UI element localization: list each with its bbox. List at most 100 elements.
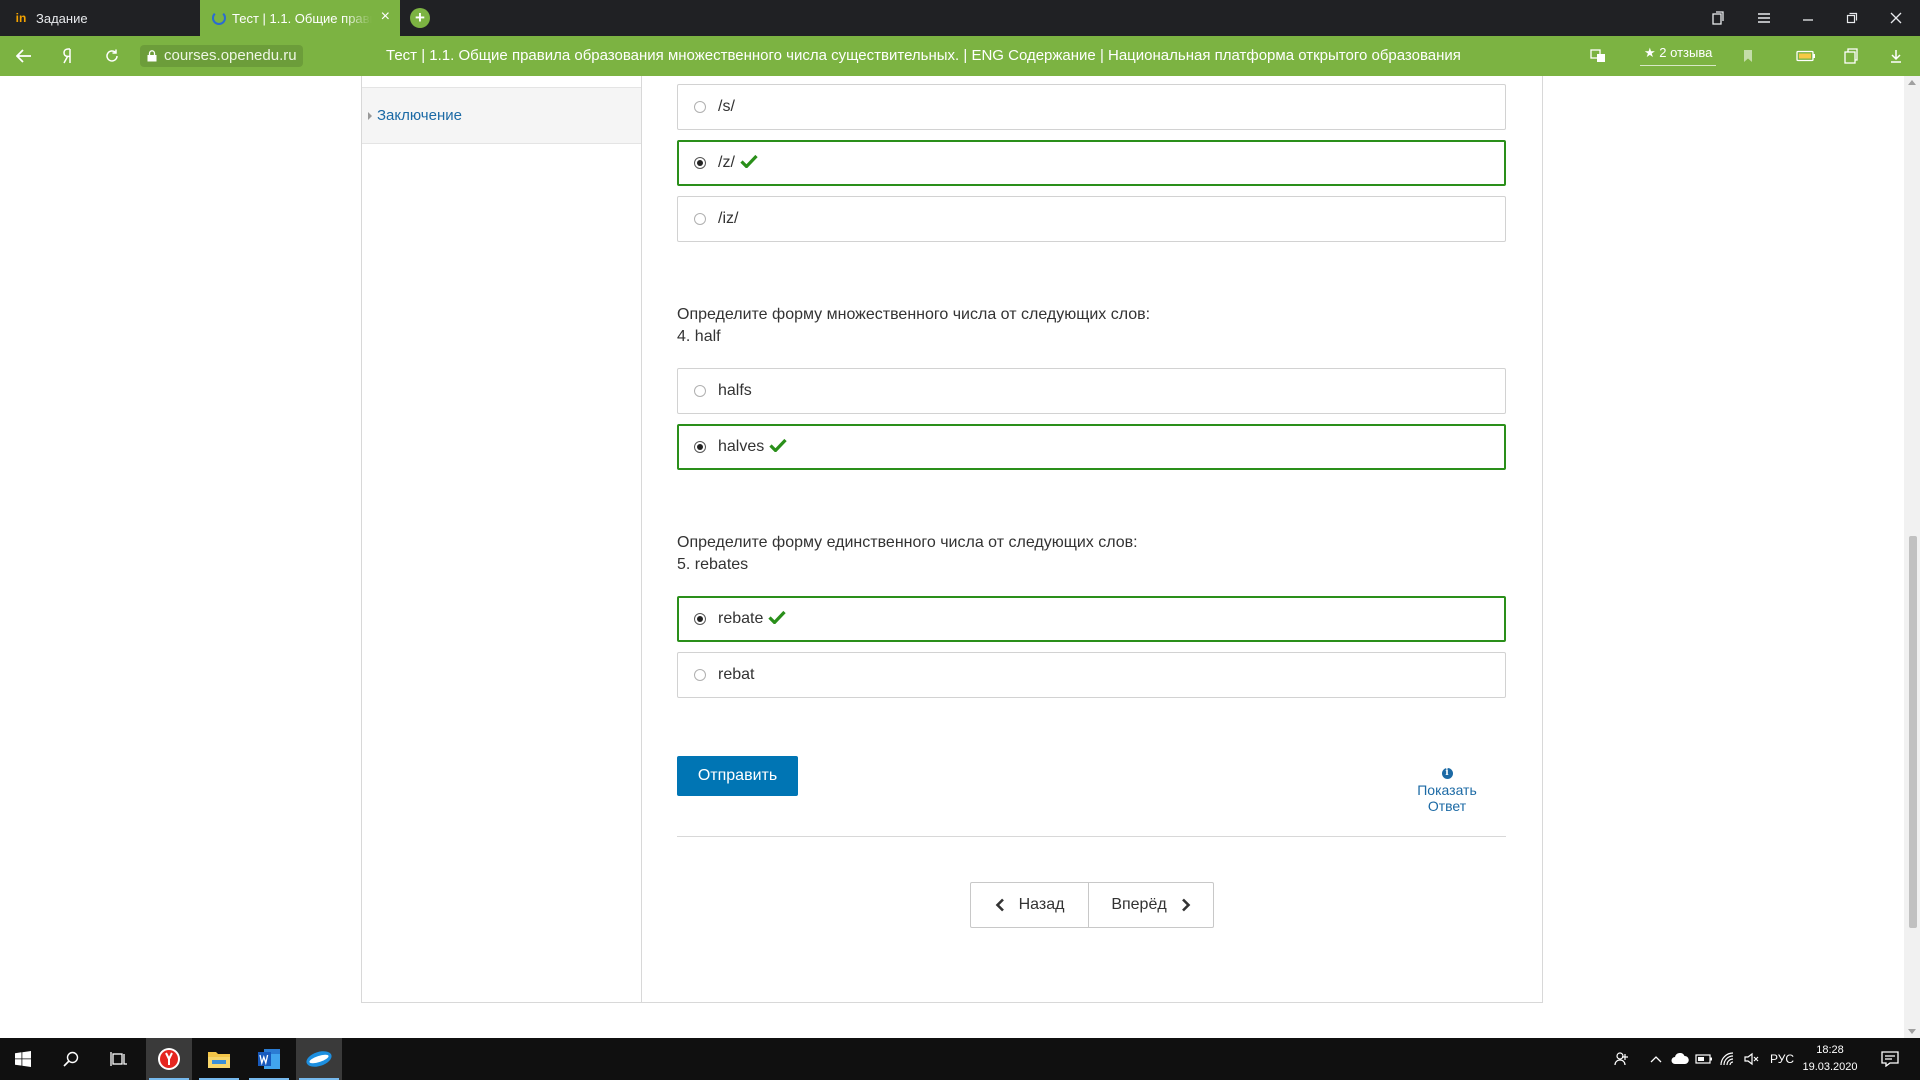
sidebar-item-conclusion[interactable]: Заключение <box>362 87 641 144</box>
question-word: 4. half <box>677 328 721 345</box>
clock-date: 19.03.2020 <box>1802 1061 1858 1073</box>
question-4: Определите форму множественного числа от… <box>677 304 1506 348</box>
option-label: /z/ <box>718 154 735 171</box>
course-sidebar: Заключение <box>362 76 642 1002</box>
option-label: halfs <box>718 382 752 399</box>
answer-option-rebat[interactable]: rebat <box>677 652 1506 698</box>
radio-button[interactable] <box>694 669 706 681</box>
url-text: courses.openedu.ru <box>164 47 297 64</box>
show-answer-label-line1: Показать <box>1417 782 1477 798</box>
option-label: /s/ <box>718 98 735 115</box>
clock-time: 18:28 <box>1816 1044 1844 1056</box>
answer-option-s[interactable]: /s/ <box>677 84 1506 130</box>
lock-icon <box>147 50 157 62</box>
checkmark-icon <box>768 610 787 624</box>
radio-button[interactable] <box>694 385 706 397</box>
windows-start-icon[interactable] <box>0 1038 46 1080</box>
scroll-thumb[interactable] <box>1909 536 1917 928</box>
wifi-icon[interactable] <box>1716 1038 1740 1080</box>
prev-button[interactable]: Назад <box>971 883 1089 927</box>
notifications-icon[interactable] <box>1870 1038 1910 1080</box>
sequence-pager: Назад Вперёд <box>970 882 1214 928</box>
onedrive-cloud-icon[interactable] <box>1668 1038 1692 1080</box>
answer-option-rebate-correct[interactable]: rebate <box>677 596 1506 642</box>
close-window-icon[interactable] <box>1874 0 1918 36</box>
radio-button-selected[interactable] <box>694 613 706 625</box>
reload-icon[interactable] <box>92 36 132 76</box>
radio-button-selected[interactable] <box>694 441 706 453</box>
page-viewport: Заключение /s/ /z/ /iz/ Определите форму… <box>0 76 1920 1038</box>
openedu-favicon-icon <box>212 11 226 25</box>
people-icon[interactable] <box>1608 1038 1636 1080</box>
yandex-browser-taskbar-icon[interactable] <box>146 1038 192 1080</box>
next-label: Вперёд <box>1111 896 1167 913</box>
checkmark-icon <box>740 154 758 168</box>
page-title: Тест | 1.1. Общие правила образования мн… <box>386 47 1461 64</box>
option-label: rebate <box>718 610 764 627</box>
search-icon[interactable] <box>48 1038 94 1080</box>
chevron-right-icon <box>1181 898 1191 912</box>
address-bar: courses.openedu.ru Тест | 1.1. Общие пра… <box>0 36 1920 76</box>
system-clock[interactable]: 18:28 19.03.2020 <box>1800 1042 1860 1076</box>
battery-icon[interactable] <box>1692 1038 1716 1080</box>
radio-button[interactable] <box>694 213 706 225</box>
minimize-icon[interactable] <box>1786 0 1830 36</box>
app-taskbar-icon[interactable] <box>296 1038 342 1080</box>
radio-button-selected[interactable] <box>694 157 706 169</box>
stepik-favicon-icon: in <box>15 11 27 25</box>
reviews-button[interactable]: ★ 2 отзыва <box>1640 44 1717 66</box>
chevron-left-icon <box>995 898 1004 912</box>
radio-button[interactable] <box>694 101 706 113</box>
scroll-up-arrow-icon[interactable] <box>1908 80 1916 85</box>
question-5: Определите форму единственного числа от … <box>677 532 1506 576</box>
close-tab-icon[interactable]: × <box>381 9 390 25</box>
show-answer-label-line2: Ответ <box>1427 798 1467 814</box>
collections-icon[interactable] <box>1834 36 1870 76</box>
word-taskbar-icon[interactable] <box>246 1038 292 1080</box>
option-label: halves <box>718 438 765 455</box>
question-prompt: Определите форму множественного числа от… <box>677 306 1151 323</box>
browser-tab-bar: in Задание Тест | 1.1. Общие правила обр… <box>0 0 1920 36</box>
download-icon[interactable] <box>1878 36 1914 76</box>
sidebar-item-label: Заключение <box>377 107 462 124</box>
translate-icon[interactable] <box>1580 36 1616 76</box>
option-label: /iz/ <box>718 210 739 227</box>
scroll-down-arrow-icon[interactable] <box>1908 1029 1916 1034</box>
prev-label: Назад <box>1018 896 1065 913</box>
yandex-logo-icon[interactable] <box>48 36 88 76</box>
tab-label: Задание <box>36 10 88 26</box>
file-explorer-taskbar-icon[interactable] <box>196 1038 242 1080</box>
divider <box>677 836 1506 837</box>
new-tab-button[interactable]: + <box>410 8 430 28</box>
bookmark-icon[interactable] <box>1730 36 1766 76</box>
show-answer-button[interactable]: i Показать Ответ <box>1397 762 1497 814</box>
answer-option-halves-correct[interactable]: halves <box>677 424 1506 470</box>
chevron-up-icon[interactable] <box>1644 1038 1668 1080</box>
submit-button[interactable]: Отправить <box>677 756 798 796</box>
caret-right-icon <box>368 112 372 120</box>
tab-zadanie[interactable]: in Задание <box>0 0 198 36</box>
windows-taskbar: РУС 18:28 19.03.2020 <box>0 1038 1920 1080</box>
task-view-icon[interactable] <box>96 1038 142 1080</box>
tab-label: Тест | 1.1. Общие правила образования <box>232 10 372 26</box>
star-icon: ★ <box>1644 45 1656 60</box>
info-icon: i <box>1441 768 1453 779</box>
restore-icon[interactable] <box>1830 0 1874 36</box>
checkmark-icon <box>769 438 787 452</box>
answer-option-iz[interactable]: /iz/ <box>677 196 1506 242</box>
tab-test-active[interactable]: Тест | 1.1. Общие правила образования × <box>200 0 400 36</box>
menu-icon[interactable] <box>1742 0 1786 36</box>
bookmarks-panel-icon[interactable] <box>1696 0 1740 36</box>
reviews-label: 2 отзыва <box>1659 45 1713 60</box>
input-language-indicator[interactable]: РУС <box>1766 1038 1798 1080</box>
next-button[interactable]: Вперёд <box>1089 883 1213 927</box>
answer-option-z-correct[interactable]: /z/ <box>677 140 1506 186</box>
back-arrow-icon[interactable] <box>4 36 44 76</box>
page-scrollbar[interactable] <box>1904 76 1920 1038</box>
question-word: 5. rebates <box>677 556 749 573</box>
option-label: rebat <box>718 666 755 683</box>
battery-saver-icon[interactable] <box>1788 36 1824 76</box>
url-field[interactable]: courses.openedu.ru <box>140 45 303 67</box>
answer-option-halfs[interactable]: halfs <box>677 368 1506 414</box>
speaker-muted-icon[interactable] <box>1740 1038 1764 1080</box>
